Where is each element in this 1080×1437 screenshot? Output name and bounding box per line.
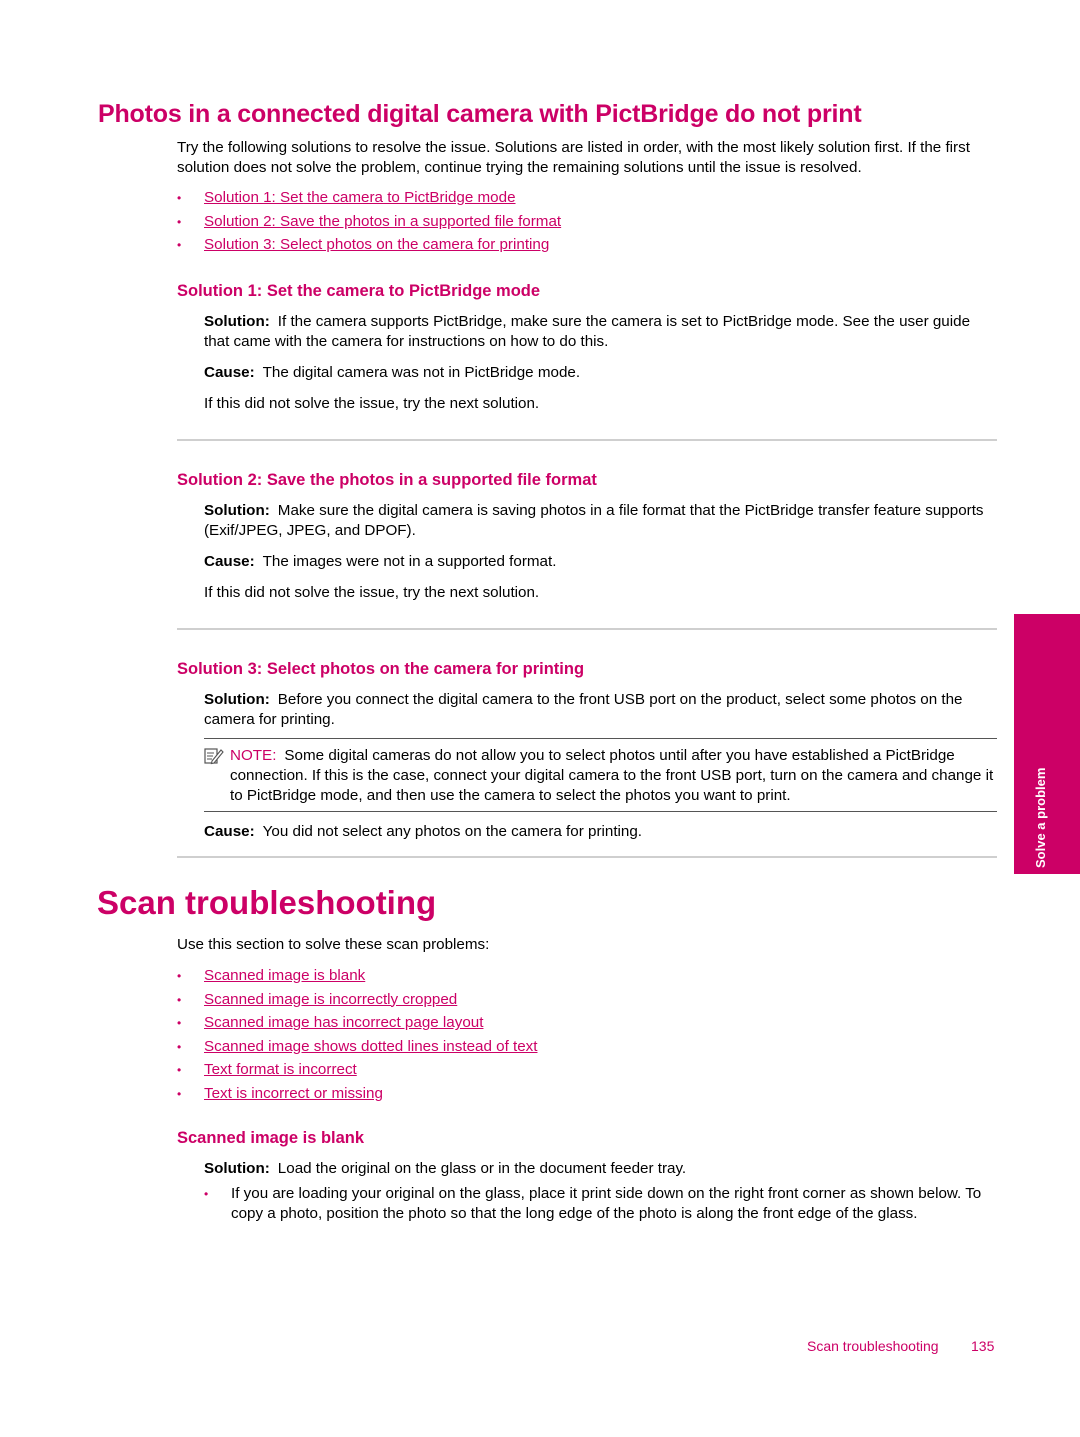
solution-1-heading: Solution 1: Set the camera to PictBridge…	[177, 282, 541, 300]
solution-label: Solution:	[204, 1160, 270, 1177]
link-solution-3[interactable]: Solution 3: Select photos on the camera …	[204, 236, 549, 253]
solution-text: Make sure the digital camera is saving p…	[204, 502, 984, 539]
solution-1-solution: Solution: If the camera supports PictBrid…	[204, 312, 999, 352]
solution-1-next: If this did not solve the issue, try the…	[204, 395, 540, 412]
scanned-blank-heading: Scanned image is blank	[177, 1129, 365, 1147]
note-pencil-icon	[204, 747, 224, 765]
list-item: • Solution 2: Save the photos in a suppor…	[177, 212, 561, 236]
solution-links-list: • Solution 1: Set the camera to PictBridg…	[177, 188, 561, 259]
footer-section-name: Scan troubleshooting	[807, 1338, 939, 1354]
scanned-blank-bullet: • If you are loading your original on th…	[204, 1184, 999, 1224]
bullet-text: If you are loading your original on the …	[231, 1185, 982, 1222]
note-text: Some digital cameras do not allow you to…	[230, 747, 994, 804]
scanned-blank-solution: Solution: Load the original on the glass …	[204, 1159, 999, 1179]
side-tab-label: Solve a problem	[1033, 767, 1048, 868]
solution-1-cause: Cause: The digital camera was not in Pict…	[204, 363, 999, 383]
solution-label: Solution:	[204, 502, 270, 519]
bullet-icon: •	[204, 1187, 209, 1201]
section-heading-scan-troubleshooting: Scan troubleshooting	[97, 884, 437, 921]
link-scanned-image-blank[interactable]: Scanned image is blank	[204, 967, 365, 984]
solution-2-cause: Cause: The images were not in a supported…	[204, 552, 999, 572]
note-box: NOTE: Some digital cameras do not allow y…	[204, 738, 997, 812]
scan-intro: Use this section to solve these scan pro…	[177, 936, 490, 953]
cause-label: Cause:	[204, 823, 255, 840]
list-item: • Text is incorrect or missing	[177, 1084, 538, 1108]
cause-text: The images were not in a supported forma…	[262, 553, 557, 570]
bullet-icon: •	[177, 214, 182, 229]
bullet-icon: •	[177, 238, 182, 253]
link-dotted-lines[interactable]: Scanned image shows dotted lines instead…	[204, 1038, 538, 1055]
link-solution-1[interactable]: Solution 1: Set the camera to PictBridge…	[204, 189, 516, 206]
solution-2-next: If this did not solve the issue, try the…	[204, 584, 540, 601]
bullet-icon: •	[177, 969, 182, 983]
note-label: NOTE:	[230, 747, 277, 764]
solution-text: If the camera supports PictBridge, make …	[204, 313, 971, 350]
solution-text: Before you connect the digital camera to…	[204, 691, 963, 728]
link-text-incorrect-missing[interactable]: Text is incorrect or missing	[204, 1085, 383, 1102]
solution-label: Solution:	[204, 313, 270, 330]
solution-label: Solution:	[204, 691, 270, 708]
bullet-icon: •	[177, 992, 182, 1007]
bullet-icon: •	[177, 1063, 182, 1078]
link-incorrect-page-layout[interactable]: Scanned image has incorrect page layout	[204, 1014, 483, 1031]
scan-problem-links-list: • Scanned image is blank • Scanned image i…	[177, 966, 538, 1108]
divider	[177, 628, 997, 630]
link-text-format-incorrect[interactable]: Text format is incorrect	[204, 1061, 357, 1078]
intro-paragraph: Try the following solutions to resolve t…	[177, 139, 970, 176]
list-item: • Solution 3: Select photos on the camera…	[177, 235, 561, 259]
list-item: • Scanned image has incorrect page layout	[177, 1013, 538, 1037]
list-item: • Scanned image is blank	[177, 966, 538, 990]
divider	[177, 439, 997, 441]
footer-page-number: 135	[971, 1338, 995, 1354]
list-item: • Solution 1: Set the camera to PictBridg…	[177, 188, 561, 212]
solution-text: Load the original on the glass or in the…	[277, 1160, 687, 1177]
link-solution-2[interactable]: Solution 2: Save the photos in a support…	[204, 213, 561, 230]
bullet-icon: •	[177, 1039, 182, 1054]
list-item: • Scanned image is incorrectly cropped	[177, 990, 538, 1014]
page-heading-pictbridge: Photos in a connected digital camera wit…	[98, 100, 862, 128]
bullet-icon: •	[177, 1086, 182, 1101]
bullet-icon: •	[177, 1016, 182, 1031]
cause-text: The digital camera was not in PictBridge…	[262, 364, 581, 381]
divider	[177, 856, 997, 858]
solution-3-solution: Solution: Before you connect the digital …	[204, 690, 999, 730]
solution-2-heading: Solution 2: Save the photos in a support…	[177, 471, 597, 489]
list-item: • Text format is incorrect	[177, 1060, 538, 1084]
cause-label: Cause:	[204, 364, 255, 381]
solution-3-heading: Solution 3: Select photos on the camera …	[177, 660, 585, 678]
solution-2-solution: Solution: Make sure the digital camera is…	[204, 501, 999, 541]
list-item: • Scanned image shows dotted lines instea…	[177, 1037, 538, 1061]
bullet-icon: •	[177, 191, 182, 205]
solution-3-cause: Cause: You did not select any photos on t…	[204, 822, 999, 842]
cause-label: Cause:	[204, 553, 255, 570]
note-text-block: NOTE: Some digital cameras do not allow y…	[230, 746, 998, 806]
link-incorrectly-cropped[interactable]: Scanned image is incorrectly cropped	[204, 991, 457, 1008]
cause-text: You did not select any photos on the cam…	[262, 823, 643, 840]
